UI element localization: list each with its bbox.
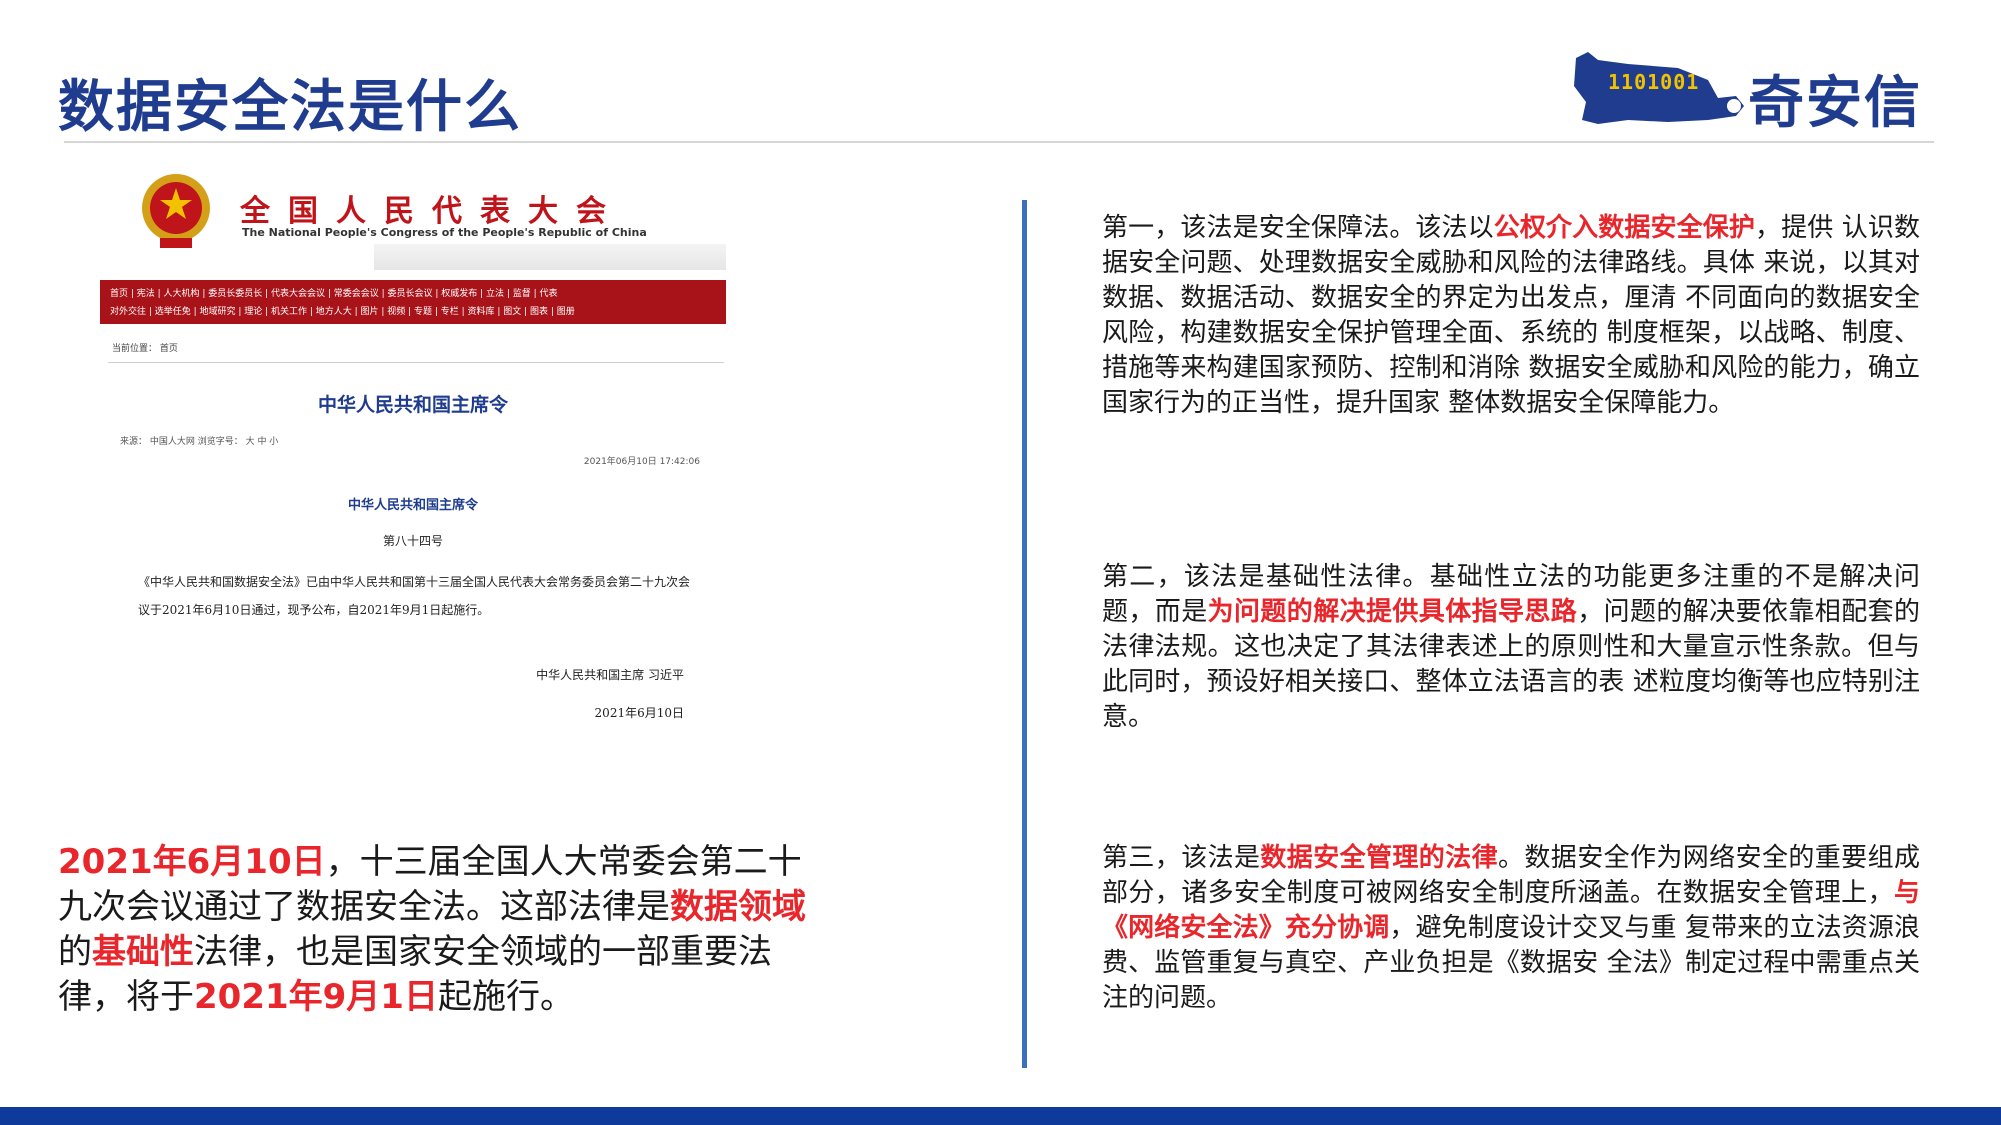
order-number: 第八十四号 — [382, 534, 443, 548]
breadcrumb: 当前位置： 首页 — [112, 344, 178, 354]
national-emblem-icon — [140, 172, 212, 252]
npc-document-screenshot: 全国人民代表大会 The National People's Congress … — [98, 168, 728, 738]
point-1-post: ，提供 认识数据安全问题、处理数据安全威胁和风险的法律路线。具体 来说，以其对数… — [1102, 213, 1920, 418]
summary-text-2: 的 — [58, 932, 92, 972]
logo-text: 奇安信 — [1748, 71, 1922, 136]
law-summary: 2021年6月10日，十三届全国人大常委会第二十九次会议通过了数据安全法。这部法… — [58, 840, 818, 1020]
point-1-paragraph: 第一，该法是安全保障法。该法以公权介入数据安全保护，提供 认识数据安全问题、处理… — [1102, 211, 1920, 421]
highlight-foundational: 基础性 — [92, 932, 194, 972]
point-3-paragraph: 第三，该法是数据安全管理的法律。数据安全作为网络安全的重要组成部分，诸多安全制度… — [1102, 841, 1920, 1016]
document-body: 《中华人民共和国数据安全法》已由中华人民共和国第十三届全国人民代表大会常务委员会… — [138, 575, 691, 617]
point-3-highlight: 数据安全管理的法律 — [1260, 843, 1498, 873]
page-title: 数据安全法是什么 — [58, 75, 522, 140]
qianxin-logo: 1101001 奇安信 — [1568, 50, 1938, 136]
highlight-data-domain: 数据领域 — [670, 887, 806, 927]
npc-name-cn: 全国人民代表大会 — [240, 194, 624, 229]
document-timestamp: 2021年06月10日 17:42:06 — [583, 457, 700, 467]
document-subheadline: 中华人民共和国主席令 — [347, 498, 478, 513]
document-meta: 来源： 中国人大网 浏览字号： 大 中 小 — [120, 437, 279, 447]
logo-digits: 1101001 — [1608, 70, 1700, 94]
date-effective: 2021年9月1日 — [194, 977, 438, 1017]
npc-nav-bar: 首页 | 宪法 | 人大机构 | 委员长委员长 | 代表大会会议 | 常委会会议… — [100, 280, 726, 324]
point-1-highlight: 公权介入数据安全保护 — [1493, 213, 1755, 243]
document-sign-date: 2021年6月10日 — [594, 706, 684, 720]
building-banner — [374, 244, 726, 270]
point-1-pre: 第一，该法是安全保障法。该法以 — [1102, 213, 1494, 243]
footer-bar — [0, 1107, 2001, 1125]
document-headline: 中华人民共和国主席令 — [317, 394, 508, 416]
point-3-pre: 第三，该法是 — [1102, 843, 1261, 873]
date-passed: 2021年6月10日 — [58, 842, 326, 882]
point-2-highlight: 为问题的解决提供具体指导思路 — [1207, 597, 1578, 627]
npc-name-en: The National People's Congress of the Pe… — [242, 226, 647, 239]
document-signature: 中华人民共和国主席 习近平 — [536, 668, 684, 682]
point-2-paragraph: 第二，该法是基础性法律。基础性立法的功能更多注重的不是解决问题，而是为问题的解决… — [1102, 560, 1920, 735]
summary-text-4: 起施行。 — [437, 977, 574, 1017]
header-divider — [64, 141, 1934, 143]
column-divider — [1022, 200, 1027, 1068]
nav-row-secondary: 对外交往 | 选举任免 | 地域研究 | 理论 | 机关工作 | 地方人大 | … — [110, 307, 575, 317]
breadcrumb-divider — [108, 362, 724, 363]
nav-row-primary: 首页 | 宪法 | 人大机构 | 委员长委员长 | 代表大会会议 | 常委会会议… — [110, 289, 558, 299]
